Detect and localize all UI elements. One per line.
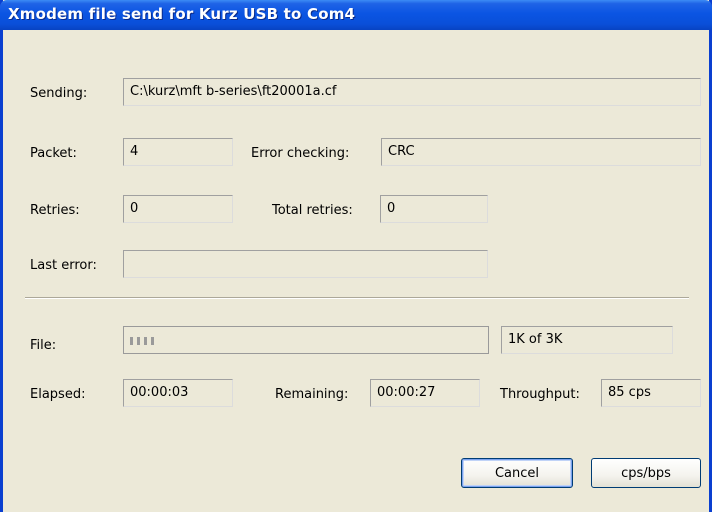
- file-progress-bar: [123, 326, 489, 354]
- sending-path-field: C:\kurz\mft b-series\ft20001a.cf: [123, 78, 701, 106]
- file-progress-fill: [130, 337, 158, 345]
- total-retries-label: Total retries:: [272, 203, 353, 218]
- last-error-field: [123, 250, 488, 278]
- window-title: Xmodem file send for Kurz USB to Com4: [8, 5, 356, 23]
- last-error-label: Last error:: [30, 258, 97, 273]
- section-divider: [25, 297, 689, 299]
- cps-bps-button[interactable]: cps/bps: [591, 458, 701, 488]
- elapsed-label: Elapsed:: [30, 387, 86, 402]
- elapsed-field: 00:00:03: [123, 379, 233, 407]
- remaining-field: 00:00:27: [370, 379, 480, 407]
- error-checking-label: Error checking:: [251, 146, 350, 161]
- file-amount-field: 1K of 3K: [501, 326, 673, 354]
- total-retries-field: 0: [380, 195, 488, 223]
- retries-field: 0: [123, 195, 233, 223]
- packet-field: 4: [123, 138, 233, 166]
- cancel-button[interactable]: Cancel: [461, 458, 573, 488]
- sending-label: Sending:: [30, 86, 88, 101]
- file-label: File:: [30, 338, 57, 353]
- throughput-label: Throughput:: [500, 387, 580, 402]
- packet-label: Packet:: [30, 146, 77, 161]
- error-checking-field: CRC: [381, 138, 701, 166]
- xmodem-dialog: Xmodem file send for Kurz USB to Com4 Se…: [0, 0, 712, 512]
- retries-label: Retries:: [30, 203, 80, 218]
- remaining-label: Remaining:: [275, 387, 349, 402]
- title-bar[interactable]: Xmodem file send for Kurz USB to Com4: [0, 0, 712, 30]
- throughput-field: 85 cps: [601, 379, 701, 407]
